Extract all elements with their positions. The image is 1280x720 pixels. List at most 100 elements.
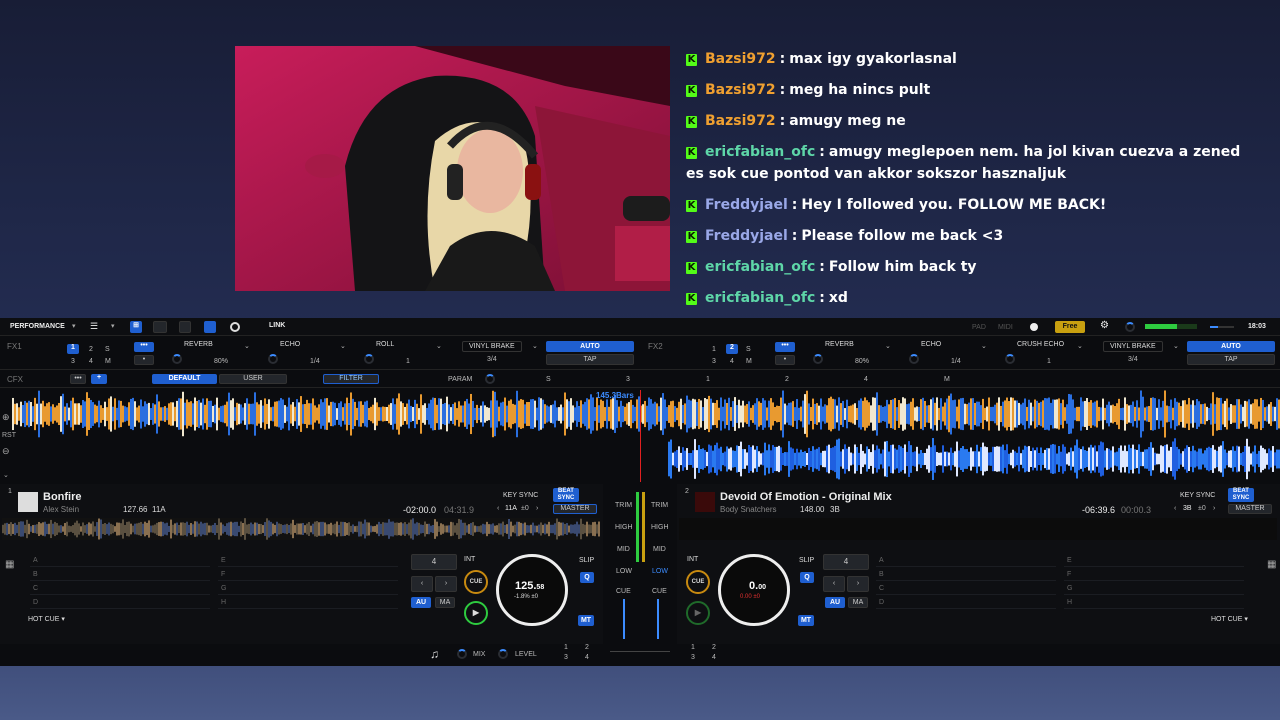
hot-cue-pad[interactable]: A bbox=[876, 554, 1056, 567]
fx2-deck-4[interactable]: 4 bbox=[730, 358, 734, 365]
level-knob[interactable] bbox=[498, 649, 508, 659]
fx1-deck-4[interactable]: 4 bbox=[89, 358, 93, 365]
hot-cue-pad[interactable]: H bbox=[218, 596, 398, 609]
fx2-deck-s[interactable]: S bbox=[746, 346, 751, 353]
deck2-au-button[interactable]: AU bbox=[825, 597, 845, 608]
chat-username[interactable]: Freddyjael bbox=[705, 197, 788, 213]
fx1-deck-1[interactable]: 1 bbox=[67, 344, 79, 354]
crossfader[interactable] bbox=[610, 651, 670, 652]
out-2[interactable]: 2 bbox=[585, 644, 589, 651]
fx1-knob-1[interactable] bbox=[172, 354, 182, 364]
deck2-ma-button[interactable]: MA bbox=[848, 597, 868, 608]
fx2-knob-2[interactable] bbox=[909, 354, 919, 364]
deck1-ma-button[interactable]: MA bbox=[435, 597, 455, 608]
chevron-down-icon[interactable]: ⌄ bbox=[436, 342, 442, 350]
chevron-down-icon[interactable]: ⌄ bbox=[1077, 342, 1083, 350]
deck1-waveform[interactable] bbox=[12, 390, 1280, 438]
fx2-more-button[interactable]: ••• bbox=[775, 342, 795, 352]
chat-username[interactable]: Bazsi972 bbox=[705, 51, 776, 67]
chat-username[interactable]: Bazsi972 bbox=[705, 113, 776, 129]
out2-4[interactable]: 4 bbox=[712, 654, 716, 661]
fx1-deck-m[interactable]: M bbox=[105, 358, 111, 365]
chat-username[interactable]: ericfabian_ofc bbox=[705, 144, 815, 160]
play-icon[interactable]: ▶ bbox=[686, 601, 710, 625]
mixer-cue-1[interactable]: CUE bbox=[616, 588, 631, 595]
deck1-int[interactable]: INT bbox=[464, 556, 475, 563]
fx2-knob-1[interactable] bbox=[813, 354, 823, 364]
fx2-deck-m[interactable]: M bbox=[746, 358, 752, 365]
hot-cue-pad[interactable]: F bbox=[218, 568, 398, 581]
channel-fader-2[interactable] bbox=[657, 599, 659, 639]
fx1-slot-1[interactable]: REVERB bbox=[184, 341, 213, 348]
info-icon[interactable] bbox=[1030, 323, 1038, 331]
chat-username[interactable]: Freddyjael bbox=[705, 228, 788, 244]
chevron-right-icon[interactable]: › bbox=[536, 505, 538, 512]
deck1-mt-button[interactable]: MT bbox=[578, 615, 594, 626]
chat-username[interactable]: Bazsi972 bbox=[705, 82, 776, 98]
out2-1[interactable]: 1 bbox=[691, 644, 695, 651]
fx1-more-button[interactable]: ••• bbox=[134, 342, 154, 352]
hot-cue-pad[interactable]: D bbox=[30, 596, 210, 609]
mix-knob[interactable] bbox=[457, 649, 467, 659]
fx1-deck-3[interactable]: 3 bbox=[71, 358, 75, 365]
menu-icon[interactable]: ☰ bbox=[90, 321, 98, 332]
chevron-left-icon[interactable]: ‹ bbox=[1174, 505, 1176, 512]
deck1-loop-length[interactable]: 4 bbox=[411, 554, 457, 570]
master-volume-knob[interactable] bbox=[1125, 322, 1135, 332]
fx2-slot-4[interactable]: VINYL BRAKE bbox=[1103, 341, 1163, 352]
pads-icon[interactable]: ▦ bbox=[1267, 559, 1276, 570]
cfx-filter-button[interactable]: FILTER bbox=[323, 374, 379, 384]
mixer-cue-2[interactable]: CUE bbox=[652, 588, 667, 595]
chevron-down-icon[interactable]: ▾ bbox=[111, 322, 115, 330]
deck1-beatsync-button[interactable]: BEAT SYNC bbox=[553, 488, 579, 502]
fx1-slot-3[interactable]: ROLL bbox=[376, 341, 394, 348]
chevron-down-icon[interactable]: ⌄ bbox=[244, 342, 250, 350]
out-3[interactable]: 3 bbox=[564, 654, 568, 661]
pad-label[interactable]: PAD bbox=[972, 324, 986, 331]
free-badge[interactable]: Free bbox=[1055, 321, 1085, 333]
out-4[interactable]: 4 bbox=[585, 654, 589, 661]
zoom-in-icon[interactable]: ⊕ bbox=[2, 412, 10, 423]
deck2-keysync[interactable]: KEY SYNC bbox=[1180, 492, 1215, 499]
deck2-beatsync-button[interactable]: BEAT SYNC bbox=[1228, 488, 1254, 502]
cfx-user-tab[interactable]: USER bbox=[219, 374, 287, 384]
chat-username[interactable]: ericfabian_ofc bbox=[705, 290, 815, 306]
hot-cue-pad[interactable]: C bbox=[876, 582, 1056, 595]
deck2-q-button[interactable]: Q bbox=[800, 572, 814, 583]
fx1-slot-2[interactable]: ECHO bbox=[280, 341, 300, 348]
cfx-param-knob[interactable] bbox=[485, 374, 495, 384]
hot-cue-pad[interactable]: H bbox=[1064, 596, 1244, 609]
hot-cue-pad[interactable]: B bbox=[876, 568, 1056, 581]
deck2-overview[interactable] bbox=[679, 518, 1277, 540]
out2-3[interactable]: 3 bbox=[691, 654, 695, 661]
hot-cue-pad[interactable]: E bbox=[1064, 554, 1244, 567]
fx2-on-button[interactable]: • bbox=[775, 355, 795, 365]
hot-cue-pad[interactable]: D bbox=[876, 596, 1056, 609]
deck2-int[interactable]: INT bbox=[687, 556, 698, 563]
deck1-hotcue-selector[interactable]: HOT CUE ▾ bbox=[28, 615, 65, 623]
fx2-slot-3[interactable]: CRUSH ECHO bbox=[1017, 341, 1064, 348]
cfx-add-button[interactable]: + bbox=[91, 374, 107, 384]
chevron-left-icon[interactable]: ‹ bbox=[497, 505, 499, 512]
fx2-deck-1[interactable]: 1 bbox=[712, 346, 716, 353]
fx1-slot-4[interactable]: VINYL BRAKE bbox=[462, 341, 522, 352]
deck-view-icon[interactable] bbox=[153, 321, 167, 333]
chevron-right-icon[interactable]: › bbox=[1213, 505, 1215, 512]
play-icon[interactable]: ▶ bbox=[464, 601, 488, 625]
deck2-loop-double[interactable]: › bbox=[847, 576, 869, 592]
fx-view-icon[interactable]: ⊞ bbox=[130, 321, 142, 333]
hot-cue-pad[interactable]: F bbox=[1064, 568, 1244, 581]
chevron-down-icon[interactable]: ⌄ bbox=[532, 342, 538, 350]
fx2-auto-button[interactable]: AUTO bbox=[1187, 341, 1275, 352]
chevron-down-icon[interactable]: ⌄ bbox=[340, 342, 346, 350]
deck1-master-button[interactable]: MASTER bbox=[553, 504, 597, 514]
mode-selector[interactable]: PERFORMANCE bbox=[10, 323, 65, 330]
deck1-cue-button[interactable]: CUE bbox=[464, 570, 488, 594]
deck2-slip[interactable]: SLIP bbox=[799, 557, 814, 564]
headphones-icon[interactable]: ♫ bbox=[430, 647, 439, 661]
hot-cue-pad[interactable]: E bbox=[218, 554, 398, 567]
hot-cue-pad[interactable]: A bbox=[30, 554, 210, 567]
grid-view-icon[interactable] bbox=[179, 321, 191, 333]
deck2-master-button[interactable]: MASTER bbox=[1228, 504, 1272, 514]
fx2-slot-2[interactable]: ECHO bbox=[921, 341, 941, 348]
